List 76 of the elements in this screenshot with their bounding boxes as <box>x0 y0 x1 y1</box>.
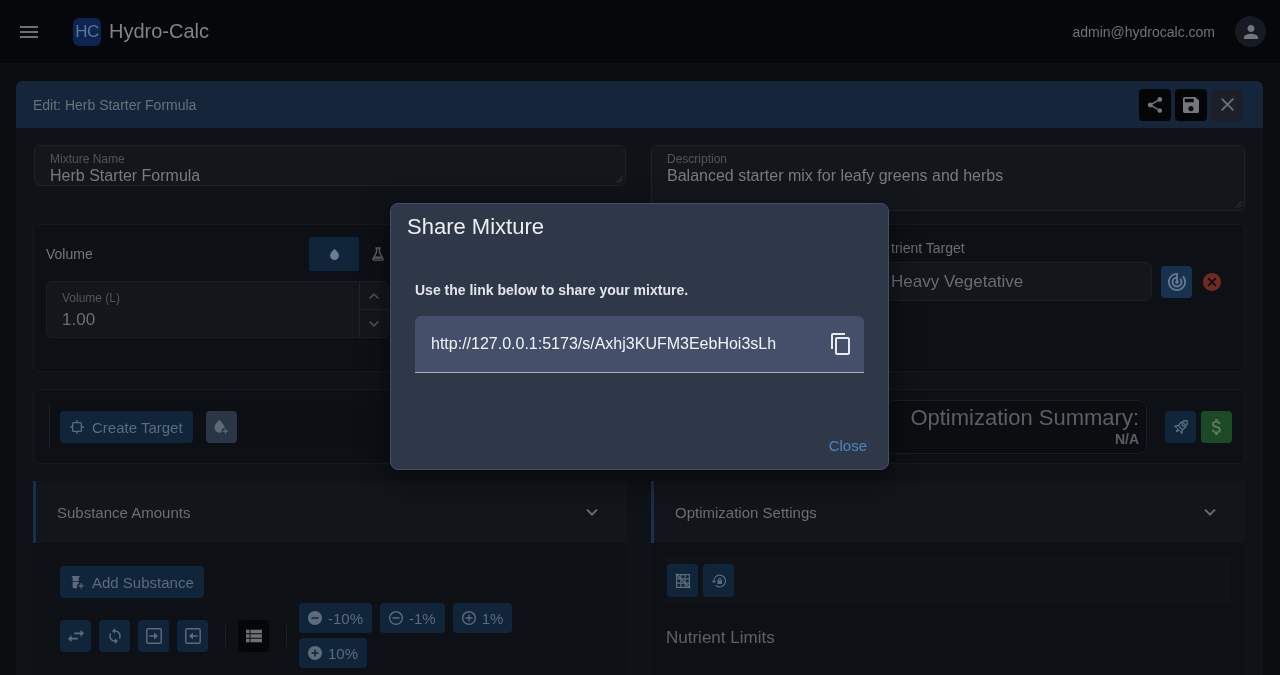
mixture-name-field[interactable]: Mixture Name Herb Starter Formula <box>34 145 626 186</box>
create-target-button[interactable]: Create Target <box>60 411 193 443</box>
share-button[interactable] <box>1139 88 1171 121</box>
save-button[interactable] <box>1175 88 1207 121</box>
move-in-button[interactable] <box>138 619 169 652</box>
adjust-button[interactable]: -10% <box>299 603 373 633</box>
description-field[interactable]: Description Balanced starter mix for leafy greens and herbs <box>651 145 1245 211</box>
field-value: Herb Starter Formula <box>50 166 201 186</box>
person-icon <box>1243 24 1258 39</box>
adjust-button[interactable]: 10% <box>299 638 368 668</box>
close-button[interactable] <box>1211 88 1243 121</box>
field-value: Balanced starter mix for leafy greens and herbs <box>667 166 1004 186</box>
close-button[interactable]: Close <box>828 437 867 454</box>
grid-off-icon <box>674 572 691 589</box>
lock-reset-icon <box>710 572 727 589</box>
share-link-field[interactable]: http://127.0.0.1:5173/s/Axhj3KUFM3EebHoi3sLh <box>415 316 864 373</box>
volume-label: Volume <box>46 246 93 262</box>
field-label: Description <box>667 152 728 166</box>
summary-title: Optimization Summary: <box>910 404 1139 431</box>
menu-icon <box>20 25 38 38</box>
beaker-plus-icon <box>70 575 84 589</box>
resize-grip-icon <box>616 176 623 183</box>
move-out-button[interactable] <box>177 619 208 652</box>
close-icon <box>1220 98 1234 111</box>
save-icon <box>1183 96 1199 113</box>
target-icon <box>1167 272 1186 291</box>
cost-button[interactable] <box>1201 410 1232 443</box>
grid-off-button[interactable] <box>667 564 698 597</box>
drop-plus-icon <box>213 419 230 435</box>
resize-grip-icon <box>1235 201 1242 208</box>
editor-title: Edit: Herb Starter Formula <box>33 96 197 113</box>
copy-button[interactable] <box>831 333 850 355</box>
add-drop-button[interactable] <box>205 411 237 443</box>
chevron-down-icon <box>369 320 379 327</box>
swap-icon <box>67 627 84 644</box>
chevron-down-icon <box>586 508 598 516</box>
user-email: admin@hydrocalc.com <box>1072 23 1215 40</box>
target-button[interactable] <box>1161 265 1192 298</box>
sync-button[interactable] <box>99 619 130 652</box>
section-subheading: Nutrient Limits <box>666 628 776 648</box>
field-label: Mixture Name <box>50 152 125 166</box>
optimize-button[interactable] <box>1165 410 1196 443</box>
list-view-button[interactable] <box>238 619 269 652</box>
swap-button[interactable] <box>60 619 91 652</box>
list-icon <box>245 627 262 644</box>
field-label: Volume (L) <box>62 291 121 305</box>
cancel-icon <box>1203 272 1221 291</box>
lock-reset-button[interactable] <box>703 564 734 597</box>
accordion-header[interactable]: Optimization Settings <box>651 481 1245 543</box>
copy-icon <box>831 333 850 355</box>
chevron-down-icon <box>1204 508 1216 516</box>
logo-badge: HC <box>73 17 101 46</box>
chevron-up-icon <box>369 292 379 299</box>
adjust-button[interactable]: -1% <box>380 603 445 633</box>
field-value: 1.00 <box>62 310 96 330</box>
dialog-title: Share Mixture <box>406 213 545 240</box>
focus-frame-icon <box>70 420 84 434</box>
drop-icon <box>329 248 339 260</box>
app-title: Hydro-Calc <box>109 20 210 43</box>
share-link: http://127.0.0.1:5173/s/Axhj3KUFM3EebHoi3sLh <box>431 335 777 353</box>
adjust-button[interactable]: 1% <box>452 603 513 633</box>
avatar-button[interactable] <box>1235 16 1266 47</box>
share-icon <box>1147 96 1163 113</box>
unit-toggle[interactable] <box>309 237 359 271</box>
arrow-out-box-icon <box>184 627 201 644</box>
field-label: trient Target <box>891 240 965 257</box>
rocket-icon <box>1172 418 1189 435</box>
clear-button[interactable] <box>1203 272 1221 291</box>
sync-icon <box>106 627 123 644</box>
flask-icon <box>372 247 384 261</box>
arrow-into-box-icon <box>145 627 162 644</box>
accordion-header[interactable]: Substance Amounts <box>33 481 627 543</box>
summary-value: N/A <box>1114 430 1139 448</box>
dialog-message: Use the link below to share your mixture. <box>415 282 690 299</box>
menu-button[interactable] <box>20 25 38 38</box>
add-substance-button[interactable]: Add Substance <box>60 566 204 598</box>
